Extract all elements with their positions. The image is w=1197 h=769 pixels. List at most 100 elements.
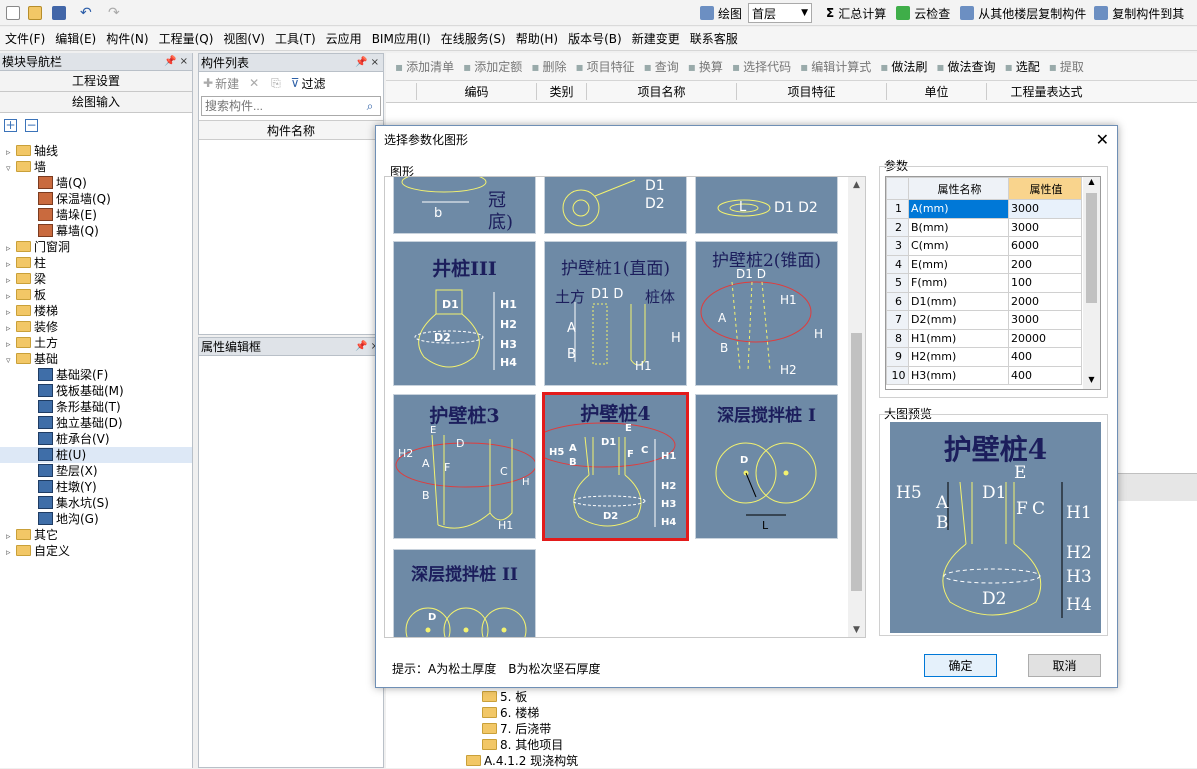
save-icon[interactable]	[52, 5, 66, 20]
undo-icon[interactable]: ↶	[80, 6, 94, 20]
floor-select[interactable]: 首层 ▼	[748, 3, 813, 23]
clause-tree-item[interactable]: 6. 楼梯	[466, 705, 666, 721]
new-file-icon[interactable]	[6, 5, 20, 20]
redo-icon[interactable]: ↷	[108, 6, 122, 20]
nav-tree-item[interactable]: 桩(U)	[0, 447, 192, 463]
shape-cell-retaining-pile-4[interactable]: 护壁桩4 H5 A B D1 E F C H1 H2 H3 H4 D2	[542, 392, 689, 541]
nav-tree-item[interactable]: ▹ 装修	[0, 319, 192, 335]
copy-to-button[interactable]: 复制构件到其	[1112, 5, 1184, 22]
collapse-icon[interactable]: ▿	[6, 161, 16, 177]
main-toolbar-button[interactable]: 编辑计算式	[811, 58, 871, 75]
scroll-up-icon[interactable]: ▲	[1083, 177, 1100, 191]
param-row[interactable]: 3 C(mm) 6000	[886, 236, 1082, 256]
menu-item[interactable]: 在线服务(S)	[436, 30, 511, 47]
param-value-cell[interactable]: 3000	[1008, 199, 1082, 219]
nav-tree-item[interactable]: 独立基础(D)	[0, 415, 192, 431]
menu-item[interactable]: 工程量(Q)	[154, 30, 219, 47]
param-value-cell[interactable]: 100	[1008, 273, 1082, 293]
new-button[interactable]: 新建	[215, 75, 239, 92]
nav-tree-item[interactable]: 筏板基础(M)	[0, 383, 192, 399]
menu-item[interactable]: 构件(N)	[101, 30, 153, 47]
shape-cell-deep-mixing-pile-2[interactable]: 深层搅拌桩 II D	[393, 549, 536, 637]
menu-item[interactable]: 联系客服	[685, 30, 743, 47]
param-value-header[interactable]: 属性值	[1008, 177, 1082, 200]
param-value-cell[interactable]: 20000	[1008, 328, 1082, 348]
scroll-thumb[interactable]	[1086, 193, 1097, 303]
main-toolbar-button[interactable]: 做法查询	[948, 58, 996, 75]
search-input[interactable]	[202, 97, 360, 115]
main-toolbar-button[interactable]: 选配	[1016, 58, 1040, 75]
main-toolbar-button[interactable]: 添加定额	[474, 58, 522, 75]
nav-tree-item[interactable]: ▹ 其它	[0, 527, 192, 543]
param-row[interactable]: 6 D1(mm) 2000	[886, 291, 1082, 311]
copy-from-floor-button[interactable]: 从其他楼层复制构件	[978, 5, 1086, 22]
main-toolbar-button[interactable]: 做法刷	[891, 58, 927, 75]
clause-tree-item[interactable]: 5. 板	[466, 689, 666, 705]
gallery-scrollbar[interactable]: ▲ ▼	[848, 177, 865, 637]
scroll-up-icon[interactable]: ▲	[848, 177, 865, 194]
param-value-cell[interactable]: 6000	[1008, 236, 1082, 256]
cancel-button[interactable]: 取消	[1028, 654, 1101, 677]
grid-col-header[interactable]: 项目名称	[586, 83, 736, 100]
scroll-down-icon[interactable]: ▼	[1083, 375, 1100, 389]
scroll-thumb[interactable]	[851, 333, 862, 591]
nav-tree-item[interactable]: 保温墙(Q)	[0, 191, 192, 207]
nav-tree-item[interactable]: ▹ 柱	[0, 255, 192, 271]
menu-item[interactable]: BIM应用(I)	[367, 30, 436, 47]
shape-cell-retaining-pile-3[interactable]: 护壁桩3 E D H2 A F C H B H1	[393, 394, 536, 539]
nav-tree-item[interactable]: ▹ 楼梯	[0, 303, 192, 319]
collapse-all-icon[interactable]: −	[25, 118, 38, 132]
collapse-icon[interactable]: ▿	[6, 353, 16, 369]
nav-tree-item[interactable]: ▿ 基础	[0, 351, 192, 367]
menu-item[interactable]: 编辑(E)	[50, 30, 101, 47]
menu-item[interactable]: 版本号(B)	[563, 30, 627, 47]
project-settings-button[interactable]: 工程设置	[0, 71, 192, 92]
shape-cell-well-pile-3[interactable]: 井桩III D1 D2 H1 H2 H3 H4	[393, 241, 536, 386]
menu-item[interactable]: 文件(F)	[0, 30, 50, 47]
main-toolbar-button[interactable]: 换算	[699, 58, 723, 75]
nav-tree-item[interactable]: ▹ 梁	[0, 271, 192, 287]
nav-tree-item[interactable]: 墙垛(E)	[0, 207, 192, 223]
shape-cell-retaining-pile-2[interactable]: 护壁桩2(锥面) D1 D H1 A B H H2	[695, 241, 838, 386]
nav-tree-item[interactable]: 幕墙(Q)	[0, 223, 192, 239]
main-toolbar-button[interactable]: 查询	[655, 58, 679, 75]
shape-cell-retaining-pile-1[interactable]: 护壁桩1(直面) 土方 D1 D 桩体 A B H H1	[544, 241, 687, 386]
shape-cell-partial-1[interactable]: 冠 底) b	[393, 177, 536, 234]
nav-tree-item[interactable]: 垫层(X)	[0, 463, 192, 479]
param-value-cell[interactable]: 400	[1008, 347, 1082, 367]
menu-item[interactable]: 帮助(H)	[511, 30, 563, 47]
sum-button[interactable]: 汇总计算	[838, 5, 886, 22]
shape-cell-partial-2[interactable]: D1 D2	[544, 177, 687, 234]
nav-tree-item[interactable]: 柱墩(Y)	[0, 479, 192, 495]
nav-tree-item[interactable]: ▹ 门窗洞	[0, 239, 192, 255]
param-value-cell[interactable]: 3000	[1008, 217, 1082, 237]
params-scrollbar[interactable]: ▲ ▼	[1083, 177, 1100, 389]
shape-cell-deep-mixing-pile-1[interactable]: 深层搅拌桩 I D L	[695, 394, 838, 539]
main-toolbar-button[interactable]: 选择代码	[743, 58, 791, 75]
expand-icon[interactable]: ▹	[6, 545, 16, 561]
open-folder-icon[interactable]	[28, 5, 42, 20]
nav-tree-item[interactable]: 条形基础(T)	[0, 399, 192, 415]
nav-tree-item[interactable]: 集水坑(S)	[0, 495, 192, 511]
close-icon[interactable]: ✕	[1096, 130, 1109, 149]
grid-col-header[interactable]: 工程量表达式	[986, 83, 1106, 100]
menu-item[interactable]: 视图(V)	[218, 30, 270, 47]
menu-item[interactable]: 新建变更	[627, 30, 685, 47]
comp-name-header[interactable]: 构件名称	[199, 120, 383, 140]
nav-tree-item[interactable]: 基础梁(F)	[0, 367, 192, 383]
shape-cell-partial-3[interactable]: L D1 D2	[695, 177, 838, 234]
nav-tree-item[interactable]: ▹ 自定义	[0, 543, 192, 559]
nav-tree-item[interactable]: ▿ 墙	[0, 159, 192, 175]
pin-icon[interactable]: 📌 ×	[355, 57, 383, 68]
main-toolbar-button[interactable]: 添加清单	[406, 58, 454, 75]
param-row[interactable]: 4 E(mm) 200	[886, 254, 1082, 274]
copy-icon[interactable]: ⎘	[271, 76, 281, 91]
param-value-cell[interactable]: 200	[1008, 254, 1082, 274]
expand-all-icon[interactable]: +	[4, 118, 17, 132]
main-toolbar-button[interactable]: 提取	[1060, 58, 1084, 75]
pin-icon[interactable]: 📌 ×	[164, 56, 192, 67]
cloud-check-button[interactable]: 云检查	[914, 5, 950, 22]
filter-button[interactable]: 过滤	[302, 75, 326, 92]
param-value-cell[interactable]: 2000	[1008, 291, 1082, 311]
grid-col-header[interactable]: 类别	[536, 83, 586, 100]
